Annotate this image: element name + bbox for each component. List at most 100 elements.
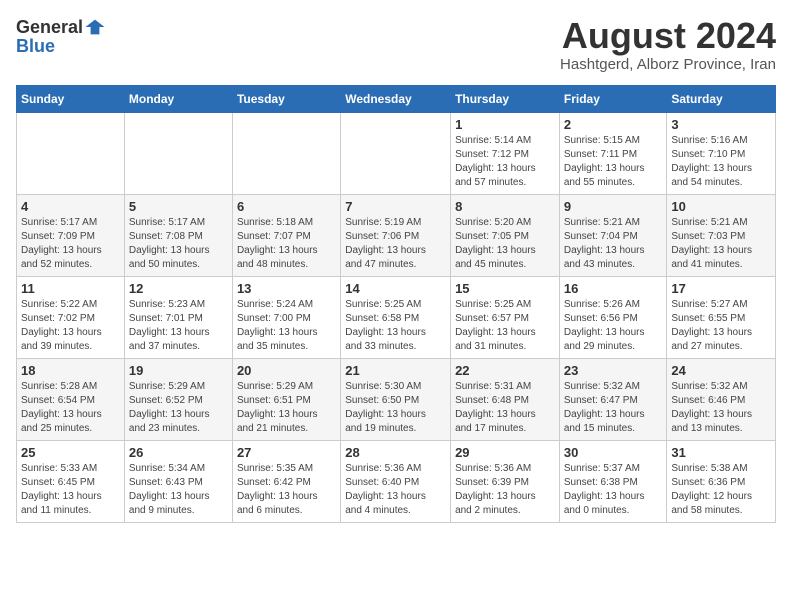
day-number: 5 bbox=[129, 199, 228, 214]
month-title: August 2024 bbox=[560, 16, 776, 56]
calendar-cell: 4 Sunrise: 5:17 AM Sunset: 7:09 PM Daylig… bbox=[17, 194, 125, 276]
calendar-cell bbox=[232, 112, 340, 194]
day-info: Sunrise: 5:21 AM Sunset: 7:04 PM Dayligh… bbox=[564, 216, 663, 272]
calendar-week-1: 1 Sunrise: 5:14 AM Sunset: 7:12 PM Daylig… bbox=[17, 112, 776, 194]
calendar-cell: 9 Sunrise: 5:21 AM Sunset: 7:04 PM Daylig… bbox=[559, 194, 667, 276]
day-number: 1 bbox=[455, 117, 555, 132]
calendar-week-3: 11 Sunrise: 5:22 AM Sunset: 7:02 PM Dayli… bbox=[17, 276, 776, 358]
day-info: Sunrise: 5:25 AM Sunset: 6:58 PM Dayligh… bbox=[345, 298, 446, 354]
calendar-cell: 23 Sunrise: 5:32 AM Sunset: 6:47 PM Dayli… bbox=[559, 358, 667, 440]
day-number: 30 bbox=[564, 445, 663, 460]
logo-general-text: General bbox=[16, 17, 83, 38]
calendar-cell: 10 Sunrise: 5:21 AM Sunset: 7:03 PM Dayli… bbox=[667, 194, 776, 276]
calendar-cell: 12 Sunrise: 5:23 AM Sunset: 7:01 PM Dayli… bbox=[124, 276, 232, 358]
calendar-cell: 17 Sunrise: 5:27 AM Sunset: 6:55 PM Dayli… bbox=[667, 276, 776, 358]
calendar-cell: 31Sunrise: 5:38 AM Sunset: 6:36 PM Dayli… bbox=[667, 440, 776, 522]
day-number: 7 bbox=[345, 199, 446, 214]
calendar-cell: 11 Sunrise: 5:22 AM Sunset: 7:02 PM Dayli… bbox=[17, 276, 125, 358]
calendar-cell: 27 Sunrise: 5:35 AM Sunset: 6:42 PM Dayli… bbox=[232, 440, 340, 522]
calendar-cell: 1 Sunrise: 5:14 AM Sunset: 7:12 PM Daylig… bbox=[451, 112, 560, 194]
calendar-cell: 14 Sunrise: 5:25 AM Sunset: 6:58 PM Dayli… bbox=[341, 276, 451, 358]
calendar-cell: 13Sunrise: 5:24 AM Sunset: 7:00 PM Dayli… bbox=[232, 276, 340, 358]
day-info: Sunrise: 5:22 AM Sunset: 7:02 PM Dayligh… bbox=[21, 298, 120, 354]
day-info: Sunrise: 5:29 AM Sunset: 6:52 PM Dayligh… bbox=[129, 380, 228, 436]
day-info: Sunrise: 5:32 AM Sunset: 6:47 PM Dayligh… bbox=[564, 380, 663, 436]
day-number: 25 bbox=[21, 445, 120, 460]
day-number: 3 bbox=[671, 117, 771, 132]
day-info: Sunrise: 5:29 AM Sunset: 6:51 PM Dayligh… bbox=[237, 380, 336, 436]
day-number: 22 bbox=[455, 363, 555, 378]
day-number: 6 bbox=[237, 199, 336, 214]
day-info: Sunrise: 5:17 AM Sunset: 7:09 PM Dayligh… bbox=[21, 216, 120, 272]
day-number: 11 bbox=[21, 281, 120, 296]
header-monday: Monday bbox=[124, 85, 232, 112]
calendar-cell: 18 Sunrise: 5:28 AM Sunset: 6:54 PM Dayli… bbox=[17, 358, 125, 440]
day-number: 21 bbox=[345, 363, 446, 378]
calendar-cell: 24 Sunrise: 5:32 AM Sunset: 6:46 PM Dayli… bbox=[667, 358, 776, 440]
calendar-cell: 6 Sunrise: 5:18 AM Sunset: 7:07 PM Daylig… bbox=[232, 194, 340, 276]
day-number: 18 bbox=[21, 363, 120, 378]
calendar-cell bbox=[17, 112, 125, 194]
day-info: Sunrise: 5:14 AM Sunset: 7:12 PM Dayligh… bbox=[455, 134, 555, 190]
day-info: Sunrise: 5:31 AM Sunset: 6:48 PM Dayligh… bbox=[455, 380, 555, 436]
calendar-week-2: 4 Sunrise: 5:17 AM Sunset: 7:09 PM Daylig… bbox=[17, 194, 776, 276]
calendar-cell bbox=[124, 112, 232, 194]
day-number: 26 bbox=[129, 445, 228, 460]
weekday-header-row: Sunday Monday Tuesday Wednesday Thursday… bbox=[17, 85, 776, 112]
title-section: August 2024 Hashtgerd, Alborz Province, … bbox=[560, 16, 776, 73]
day-info: Sunrise: 5:19 AM Sunset: 7:06 PM Dayligh… bbox=[345, 216, 446, 272]
calendar-cell: 20 Sunrise: 5:29 AM Sunset: 6:51 PM Dayli… bbox=[232, 358, 340, 440]
day-number: 14 bbox=[345, 281, 446, 296]
day-info: Sunrise: 5:23 AM Sunset: 7:01 PM Dayligh… bbox=[129, 298, 228, 354]
calendar-cell: 8Sunrise: 5:20 AM Sunset: 7:05 PM Daylig… bbox=[451, 194, 560, 276]
day-info: Sunrise: 5:34 AM Sunset: 6:43 PM Dayligh… bbox=[129, 462, 228, 518]
day-info: Sunrise: 5:16 AM Sunset: 7:10 PM Dayligh… bbox=[671, 134, 771, 190]
day-number: 27 bbox=[237, 445, 336, 460]
day-info: Sunrise: 5:36 AM Sunset: 6:39 PM Dayligh… bbox=[455, 462, 555, 518]
day-number: 12 bbox=[129, 281, 228, 296]
day-info: Sunrise: 5:33 AM Sunset: 6:45 PM Dayligh… bbox=[21, 462, 120, 518]
calendar-cell: 3 Sunrise: 5:16 AM Sunset: 7:10 PM Daylig… bbox=[667, 112, 776, 194]
day-number: 16 bbox=[564, 281, 663, 296]
day-number: 28 bbox=[345, 445, 446, 460]
calendar-cell: 29 Sunrise: 5:36 AM Sunset: 6:39 PM Dayli… bbox=[451, 440, 560, 522]
calendar-cell bbox=[341, 112, 451, 194]
day-number: 9 bbox=[564, 199, 663, 214]
header-tuesday: Tuesday bbox=[232, 85, 340, 112]
day-info: Sunrise: 5:38 AM Sunset: 6:36 PM Dayligh… bbox=[671, 462, 771, 518]
calendar-week-5: 25 Sunrise: 5:33 AM Sunset: 6:45 PM Dayli… bbox=[17, 440, 776, 522]
day-info: Sunrise: 5:26 AM Sunset: 6:56 PM Dayligh… bbox=[564, 298, 663, 354]
day-info: Sunrise: 5:17 AM Sunset: 7:08 PM Dayligh… bbox=[129, 216, 228, 272]
page-header: General Blue August 2024 Hashtgerd, Albo… bbox=[16, 16, 776, 73]
day-info: Sunrise: 5:18 AM Sunset: 7:07 PM Dayligh… bbox=[237, 216, 336, 272]
header-sunday: Sunday bbox=[17, 85, 125, 112]
day-number: 17 bbox=[671, 281, 771, 296]
calendar-cell: 21Sunrise: 5:30 AM Sunset: 6:50 PM Dayli… bbox=[341, 358, 451, 440]
day-number: 20 bbox=[237, 363, 336, 378]
calendar-table: Sunday Monday Tuesday Wednesday Thursday… bbox=[16, 85, 776, 523]
calendar-cell: 5 Sunrise: 5:17 AM Sunset: 7:08 PM Daylig… bbox=[124, 194, 232, 276]
day-info: Sunrise: 5:27 AM Sunset: 6:55 PM Dayligh… bbox=[671, 298, 771, 354]
calendar-cell: 19Sunrise: 5:29 AM Sunset: 6:52 PM Dayli… bbox=[124, 358, 232, 440]
day-info: Sunrise: 5:35 AM Sunset: 6:42 PM Dayligh… bbox=[237, 462, 336, 518]
day-number: 23 bbox=[564, 363, 663, 378]
calendar-cell: 15Sunrise: 5:25 AM Sunset: 6:57 PM Dayli… bbox=[451, 276, 560, 358]
day-number: 4 bbox=[21, 199, 120, 214]
day-number: 29 bbox=[455, 445, 555, 460]
header-friday: Friday bbox=[559, 85, 667, 112]
calendar-week-4: 18 Sunrise: 5:28 AM Sunset: 6:54 PM Dayli… bbox=[17, 358, 776, 440]
day-info: Sunrise: 5:28 AM Sunset: 6:54 PM Dayligh… bbox=[21, 380, 120, 436]
day-number: 10 bbox=[671, 199, 771, 214]
calendar-cell: 28Sunrise: 5:36 AM Sunset: 6:40 PM Dayli… bbox=[341, 440, 451, 522]
calendar-body: 1 Sunrise: 5:14 AM Sunset: 7:12 PM Daylig… bbox=[17, 112, 776, 522]
day-info: Sunrise: 5:25 AM Sunset: 6:57 PM Dayligh… bbox=[455, 298, 555, 354]
day-number: 24 bbox=[671, 363, 771, 378]
calendar-cell: 30 Sunrise: 5:37 AM Sunset: 6:38 PM Dayli… bbox=[559, 440, 667, 522]
day-number: 8 bbox=[455, 199, 555, 214]
day-info: Sunrise: 5:37 AM Sunset: 6:38 PM Dayligh… bbox=[564, 462, 663, 518]
day-info: Sunrise: 5:32 AM Sunset: 6:46 PM Dayligh… bbox=[671, 380, 771, 436]
calendar-cell: 22 Sunrise: 5:31 AM Sunset: 6:48 PM Dayli… bbox=[451, 358, 560, 440]
calendar-cell: 2Sunrise: 5:15 AM Sunset: 7:11 PM Daylig… bbox=[559, 112, 667, 194]
calendar-cell: 26 Sunrise: 5:34 AM Sunset: 6:43 PM Dayli… bbox=[124, 440, 232, 522]
day-info: Sunrise: 5:21 AM Sunset: 7:03 PM Dayligh… bbox=[671, 216, 771, 272]
